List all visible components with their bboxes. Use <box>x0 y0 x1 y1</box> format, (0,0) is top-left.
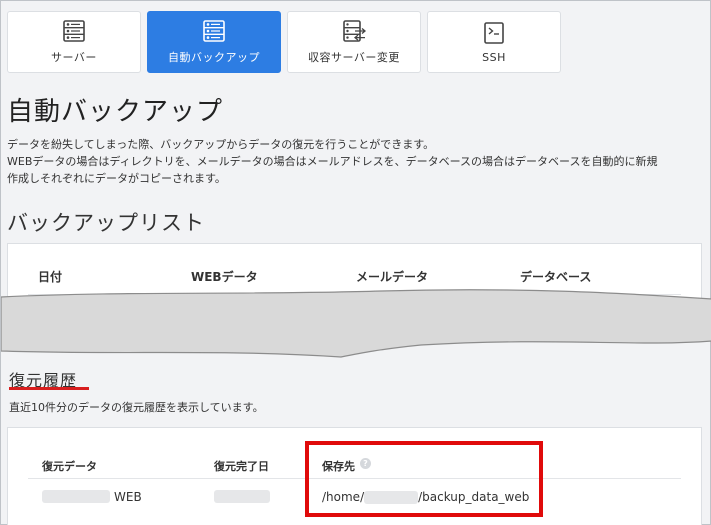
tab-auto-backup[interactable]: 自動バックアップ <box>147 11 281 73</box>
column-date: 日付 <box>38 270 63 284</box>
column-restore-data: 復元データ <box>42 460 97 473</box>
column-database: データベース <box>520 270 592 284</box>
tab-ssh-label: SSH <box>482 50 506 64</box>
highlight-box <box>305 441 543 517</box>
redacted-restore-date <box>214 490 270 503</box>
tab-server-label: サーバー <box>51 51 97 64</box>
column-mail-data: メールデータ <box>356 270 429 284</box>
backup-icon <box>203 20 225 42</box>
title-underline <box>9 387 89 390</box>
tab-ssh[interactable]: SSH <box>427 11 561 73</box>
tab-server[interactable]: サーバー <box>7 11 141 73</box>
torn-paper-divider <box>1 289 711 358</box>
description-line-2: WEBデータの場合はディレクトリを、メールデータの場合はメールアドレスを、データ… <box>7 155 658 168</box>
server-list-icon <box>63 20 85 42</box>
description-line-3: 作成しそれぞれにデータがコピーされます。 <box>7 172 226 185</box>
page-title: 自動バックアップ <box>7 97 224 127</box>
description-line-1: データを紛失してしまった際、バックアップからデータの復元を行うことができます。 <box>7 138 435 151</box>
tab-server-move[interactable]: 収容サーバー変更 <box>287 11 421 73</box>
column-restore-date: 復元完了日 <box>214 460 269 473</box>
restore-history-description: 直近10件分のデータの復元履歴を表示しています。 <box>9 401 264 414</box>
backup-list-title: バックアップリスト <box>7 211 205 235</box>
backup-list-header: 日付 WEBデータ メールデータ データベース <box>8 268 701 290</box>
redacted-date <box>42 490 110 503</box>
page-description: データを紛失してしまった際、バックアップからデータの復元を行うことができます。 … <box>7 136 707 187</box>
service-tabs: サーバー 自動バックアップ 収容サーバー変更 SSH <box>7 11 561 73</box>
column-web-data: WEBデータ <box>191 270 258 284</box>
tab-server-move-label: 収容サーバー変更 <box>308 51 400 64</box>
tab-auto-backup-label: 自動バックアップ <box>168 51 260 64</box>
terminal-icon <box>484 21 504 44</box>
restore-data-type: WEB <box>114 490 142 504</box>
server-move-icon <box>343 20 367 42</box>
